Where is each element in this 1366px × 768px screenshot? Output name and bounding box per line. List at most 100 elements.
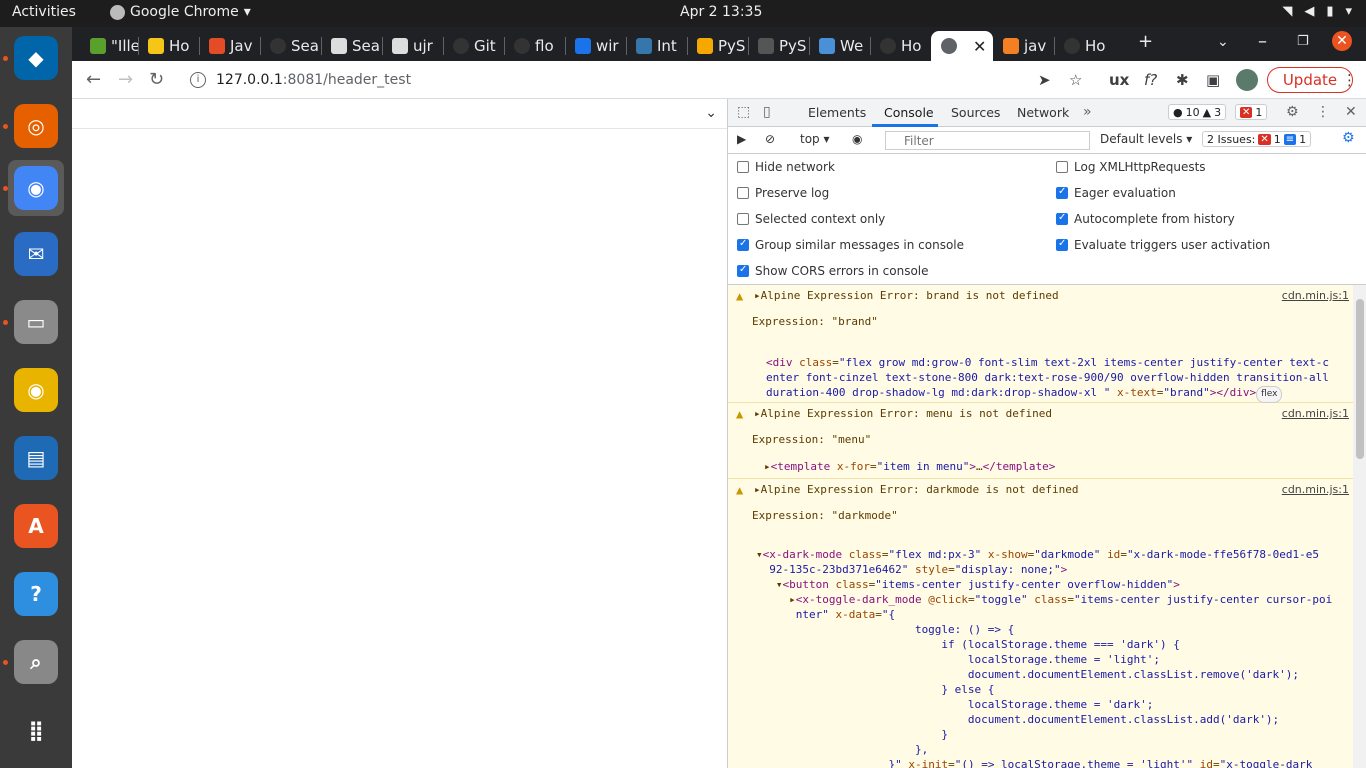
formula-extension-icon[interactable]: f? xyxy=(1144,71,1157,89)
console-option[interactable]: Autocomplete from history xyxy=(1056,212,1235,226)
more-tabs-icon[interactable]: » xyxy=(1083,104,1092,120)
browser-tab[interactable]: wir xyxy=(565,31,626,61)
browser-tab[interactable]: Ho xyxy=(870,31,931,61)
clear-console-icon[interactable]: ⊘ xyxy=(765,132,775,146)
forward-icon[interactable]: → xyxy=(118,69,133,90)
inspect-element-icon[interactable]: ⬚ xyxy=(737,104,750,120)
checkbox[interactable] xyxy=(1056,186,1068,199)
browser-tab[interactable]: We xyxy=(809,31,870,61)
browser-tab[interactable]: Jav xyxy=(199,31,260,61)
checkbox[interactable] xyxy=(1056,161,1068,173)
tab-network[interactable]: Network xyxy=(1017,105,1069,120)
browser-tab[interactable]: Sea xyxy=(321,31,382,61)
side-panel-icon[interactable]: ▣ xyxy=(1206,71,1220,89)
browser-tab[interactable]: Sea xyxy=(260,31,321,61)
minimize-icon[interactable]: – xyxy=(1258,31,1267,52)
dock-item-writer[interactable]: ▤ xyxy=(8,430,64,486)
browser-tab[interactable]: PyS xyxy=(748,31,809,61)
browser-tab[interactable]: Git xyxy=(443,31,504,61)
clock[interactable]: Apr 2 13:35 xyxy=(680,4,762,20)
system-tray[interactable]: ◥ ◀ ▮ ▾ xyxy=(1282,4,1352,19)
source-link[interactable]: cdn.min.js:1 xyxy=(1282,483,1349,496)
console-option[interactable]: Log XMLHttpRequests xyxy=(1056,160,1206,174)
console-option[interactable]: Selected context only xyxy=(737,212,885,226)
dock-item-files[interactable]: ▭ xyxy=(8,294,64,350)
browser-tab[interactable]: "Ille xyxy=(80,31,138,61)
sidebar-toggle-icon[interactable]: ▶ xyxy=(737,132,746,146)
extensions-puzzle-icon[interactable]: ✱ xyxy=(1176,71,1189,89)
tab-search-icon[interactable]: ⌄ xyxy=(1217,34,1229,50)
devtools-menu-icon[interactable]: ⋮ xyxy=(1316,104,1330,120)
device-toolbar-icon[interactable]: ▯ xyxy=(763,104,771,120)
browser-tab[interactable]: jav xyxy=(993,31,1054,61)
source-link[interactable]: cdn.min.js:1 xyxy=(1282,407,1349,420)
error-count-badge[interactable]: ✕ 1 xyxy=(1235,104,1268,120)
chevron-down-icon[interactable]: ⌄ xyxy=(705,105,717,121)
dock-item-thunderbird[interactable]: ✉ xyxy=(8,226,64,282)
tab-sources[interactable]: Sources xyxy=(951,105,1000,120)
dock-item-chrome[interactable]: ◉ xyxy=(8,160,64,216)
warning-header[interactable]: ▸Alpine Expression Error: darkmode is no… xyxy=(754,483,1079,496)
tab-elements[interactable]: Elements xyxy=(808,105,866,120)
maximize-icon[interactable]: ❐ xyxy=(1297,34,1309,49)
avatar[interactable] xyxy=(1236,69,1258,91)
browser-tab[interactable]: Ho xyxy=(138,31,199,61)
warning-header[interactable]: ▸Alpine Expression Error: menu is not de… xyxy=(754,407,1052,420)
console-option[interactable]: Show CORS errors in console xyxy=(737,264,929,278)
dock-item-software[interactable]: A xyxy=(8,498,64,554)
back-icon[interactable]: ← xyxy=(86,69,101,90)
close-tab-icon[interactable]: ✕ xyxy=(973,37,986,56)
console-option[interactable]: Eager evaluation xyxy=(1056,186,1176,200)
checkbox[interactable] xyxy=(737,264,749,277)
browser-tab[interactable]: Int xyxy=(626,31,687,61)
scrollbar-thumb[interactable] xyxy=(1356,299,1364,459)
template-snippet[interactable]: ▸<template x-for="item in menu">…</templ… xyxy=(764,459,1055,474)
browser-tab[interactable]: PyS xyxy=(687,31,748,61)
address-bar[interactable]: i 127.0.0.1:8081/header_test xyxy=(180,66,1080,94)
warning-header[interactable]: ▸Alpine Expression Error: brand is not d… xyxy=(754,289,1059,302)
console-option[interactable]: Hide network xyxy=(737,160,835,174)
issues-badge[interactable]: 2 Issues: ✕ 1 ≡ 1 xyxy=(1202,131,1312,147)
update-button[interactable]: Update xyxy=(1267,67,1353,93)
new-tab-icon[interactable]: + xyxy=(1138,31,1153,52)
app-menu[interactable]: Google Chrome ▾ xyxy=(110,4,251,20)
browser-tab[interactable]: ujr xyxy=(382,31,443,61)
source-link[interactable]: cdn.min.js:1 xyxy=(1282,289,1349,302)
message-counts-badge[interactable]: ● 10 ▲ 3 xyxy=(1168,104,1227,120)
checkbox[interactable] xyxy=(737,187,749,199)
checkbox[interactable] xyxy=(737,213,749,225)
send-icon[interactable]: ➤ xyxy=(1038,71,1051,89)
checkbox[interactable] xyxy=(1056,212,1068,225)
settings-gear-icon[interactable]: ⚙ xyxy=(1286,104,1299,120)
dock-item-screenshot[interactable]: ⌕ xyxy=(8,634,64,690)
browser-tab[interactable]: Ho xyxy=(1054,31,1115,61)
dark-mode-snippet[interactable]: ▾<x-dark-mode class="flex md:px-3" x-sho… xyxy=(756,547,1332,768)
log-levels-dropdown[interactable]: Default levels ▾ xyxy=(1100,132,1192,146)
element-snippet[interactable]: <div class="flex grow md:grow-0 font-sli… xyxy=(766,355,1329,403)
bookmark-star-icon[interactable]: ☆ xyxy=(1069,71,1082,89)
console-scrollbar[interactable] xyxy=(1353,285,1366,768)
dock-item-help[interactable]: ? xyxy=(8,566,64,622)
dock-item-firefox[interactable]: ◎ xyxy=(8,98,64,154)
live-expression-eye-icon[interactable]: ◉ xyxy=(852,132,862,146)
site-info-icon[interactable]: i xyxy=(190,72,206,88)
activities-button[interactable]: Activities xyxy=(12,4,76,20)
checkbox[interactable] xyxy=(1056,238,1068,251)
chrome-menu-icon[interactable]: ⋮ xyxy=(1342,71,1357,89)
dock-item-rhythmbox[interactable]: ◉ xyxy=(8,362,64,418)
ux-extension-icon[interactable]: ux xyxy=(1109,71,1129,89)
console-option[interactable]: Group similar messages in console xyxy=(737,238,964,252)
checkbox[interactable] xyxy=(737,238,749,251)
close-devtools-icon[interactable]: ✕ xyxy=(1345,104,1357,120)
tab-console[interactable]: Console xyxy=(884,105,934,120)
console-option[interactable]: Preserve log xyxy=(737,186,829,200)
browser-tab[interactable]: ✕ xyxy=(931,31,993,61)
dock-item-apps-grid[interactable]: ⣿ xyxy=(8,702,64,758)
dock-item-vscode[interactable]: ◆ xyxy=(8,30,64,86)
browser-tab[interactable]: flo xyxy=(504,31,565,61)
reload-icon[interactable]: ↻ xyxy=(149,69,164,90)
console-settings-gear-icon[interactable]: ⚙ xyxy=(1342,130,1355,146)
checkbox[interactable] xyxy=(737,161,749,173)
filter-input[interactable] xyxy=(885,131,1090,150)
flex-badge[interactable]: flex xyxy=(1256,386,1283,403)
